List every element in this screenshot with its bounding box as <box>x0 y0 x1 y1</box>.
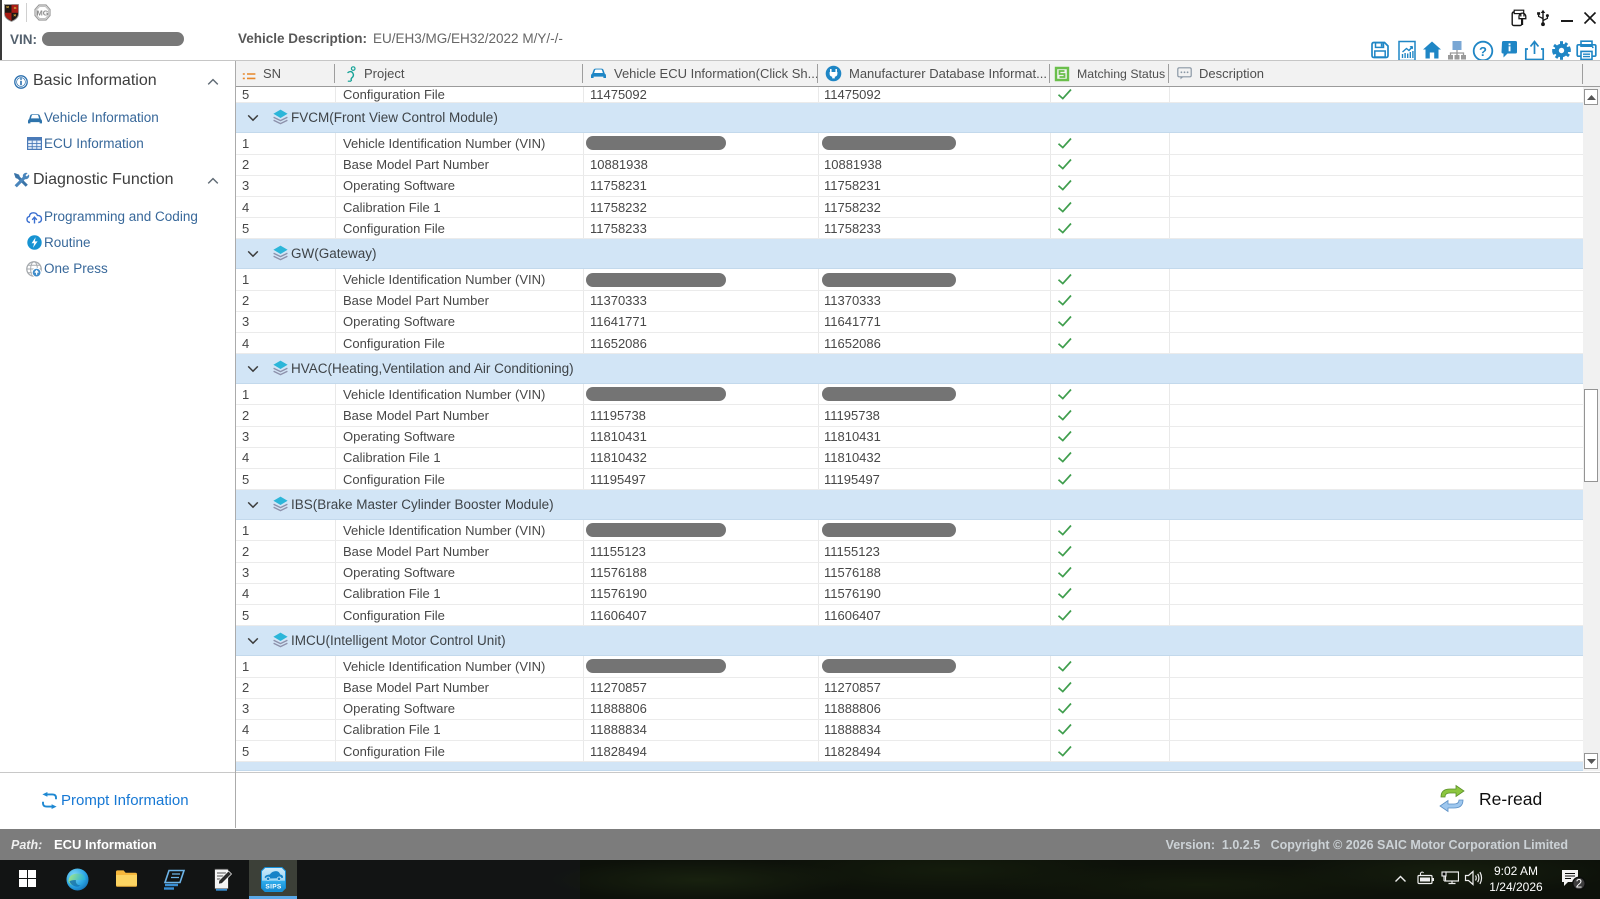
svg-text:2: 2 <box>1576 879 1582 891</box>
svg-text:?: ? <box>1479 44 1487 59</box>
svg-text:MG: MG <box>36 8 48 17</box>
svg-text:SIPS: SIPS <box>265 884 282 891</box>
